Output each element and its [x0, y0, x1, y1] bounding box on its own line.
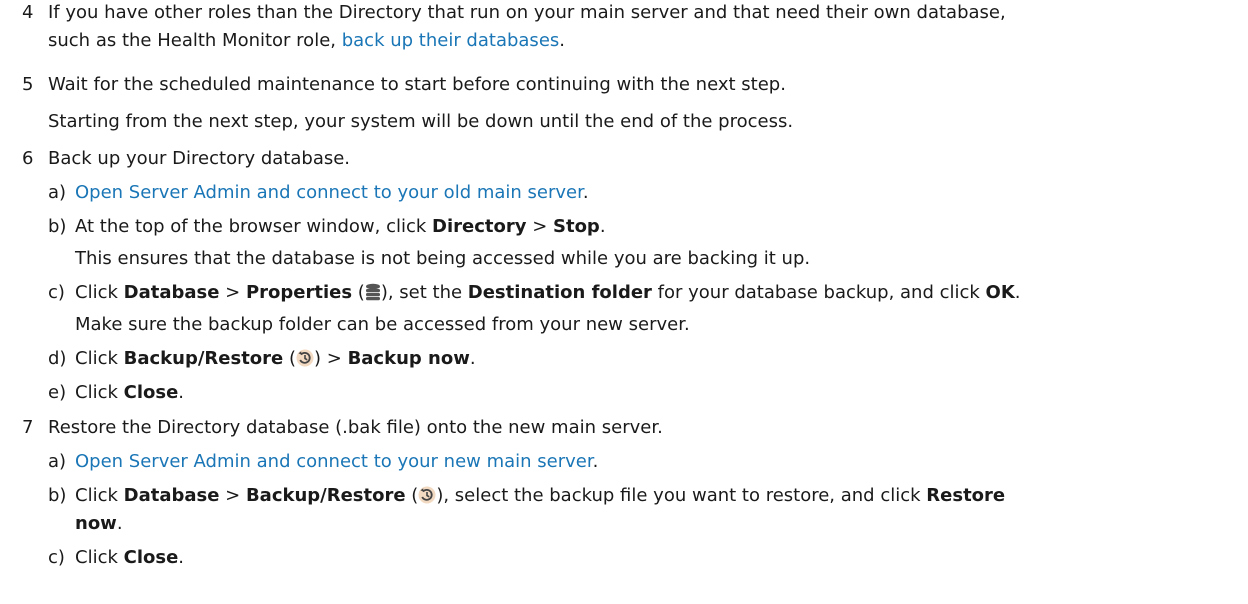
separator: > — [219, 282, 246, 303]
substep-text: Click Backup/Restore ( ) > Backup now. — [75, 348, 476, 372]
ui-term-restore: Restore — [926, 485, 1006, 506]
ui-term-backup-now: Backup now — [347, 348, 470, 369]
backup-restore-icon — [296, 349, 314, 372]
punctuation: . — [582, 182, 589, 203]
substep-label: a) — [48, 451, 67, 472]
substep-label: b) — [48, 485, 67, 506]
back-up-databases-link[interactable]: back up their databases — [342, 30, 560, 51]
step-number: 7 — [22, 417, 34, 438]
step-text-part: such as the Health Monitor role, — [48, 30, 342, 51]
ui-term-now: now — [75, 513, 117, 534]
ui-term-database: Database — [123, 485, 220, 506]
step-number: 6 — [22, 148, 34, 169]
ui-term-directory: Directory — [432, 216, 527, 237]
substep-label: c) — [48, 282, 65, 303]
substep-text: Click Database > Properties (), set the … — [75, 282, 1021, 306]
ui-term-backup-restore: Backup/Restore — [245, 485, 406, 506]
substep-text: Click Close. — [75, 547, 184, 568]
separator: ) > — [314, 348, 348, 369]
separator: > — [219, 485, 246, 506]
step-text: If you have other roles than the Directo… — [48, 2, 1006, 23]
punctuation: . — [178, 382, 185, 403]
ui-term-database: Database — [123, 282, 220, 303]
procedure-document: 4 If you have other roles than the Direc… — [0, 0, 1248, 604]
text-part: ( — [283, 348, 296, 369]
punctuation: . — [116, 513, 123, 534]
substep-label: b) — [48, 216, 67, 237]
substep-note: Make sure the backup folder can be acces… — [75, 314, 690, 335]
punctuation: . — [469, 348, 476, 369]
text-part: Click — [75, 348, 124, 369]
text-part: Click — [75, 547, 124, 568]
text-part: for your database backup, and click — [651, 282, 986, 303]
text-part: Click — [75, 382, 124, 403]
punctuation: . — [599, 216, 606, 237]
open-server-admin-new-link[interactable]: Open Server Admin and connect to your ne… — [75, 451, 593, 472]
separator: > — [526, 216, 553, 237]
text-part: ( — [405, 485, 419, 506]
step-note: Starting from the next step, your system… — [48, 111, 794, 132]
ui-term-backup-restore: Backup/Restore — [123, 348, 284, 369]
punctuation: . — [559, 30, 565, 51]
text-part: ), select the backup file you want to re… — [436, 485, 927, 506]
substep-text: Open Server Admin and connect to your ne… — [75, 451, 598, 472]
open-server-admin-old-link[interactable]: Open Server Admin and connect to your ol… — [75, 182, 583, 203]
ui-term-destination-folder: Destination folder — [467, 282, 652, 303]
ui-term-properties: Properties — [245, 282, 353, 303]
text-part: Click — [75, 485, 124, 506]
step-number: 5 — [22, 74, 34, 95]
ui-term-stop: Stop — [553, 216, 600, 237]
punctuation: . — [592, 451, 599, 472]
substep-label: c) — [48, 547, 65, 568]
step-text: Restore the Directory database (.bak fil… — [48, 417, 663, 438]
ui-term-close: Close — [123, 382, 179, 403]
text-part: ( — [352, 282, 365, 303]
step-text: Back up your Directory database. — [48, 148, 351, 169]
step-text-continued: such as the Health Monitor role, back up… — [48, 30, 565, 51]
substep-text: Open Server Admin and connect to your ol… — [75, 182, 589, 203]
text-part: ), set the — [380, 282, 468, 303]
substep-label: d) — [48, 348, 67, 369]
substep-label: a) — [48, 182, 67, 203]
step-number: 4 — [22, 2, 34, 23]
text-part: Click — [75, 282, 124, 303]
text-part: At the top of the browser window, click — [75, 216, 433, 237]
substep-text: Click Close. — [75, 382, 184, 403]
substep-label: e) — [48, 382, 67, 403]
substep-text: At the top of the browser window, click … — [75, 216, 606, 237]
substep-text: Click Database > Backup/Restore ( ), sele… — [75, 485, 1005, 509]
ui-term-close: Close — [123, 547, 179, 568]
punctuation: . — [178, 547, 185, 568]
database-properties-icon — [365, 283, 381, 306]
substep-text-continued: now. — [75, 513, 123, 534]
substep-note: This ensures that the database is not be… — [75, 248, 811, 269]
step-text: Wait for the scheduled maintenance to st… — [48, 74, 786, 95]
punctuation: . — [1014, 282, 1021, 303]
ui-term-ok: OK — [985, 282, 1015, 303]
backup-restore-icon — [418, 486, 436, 509]
